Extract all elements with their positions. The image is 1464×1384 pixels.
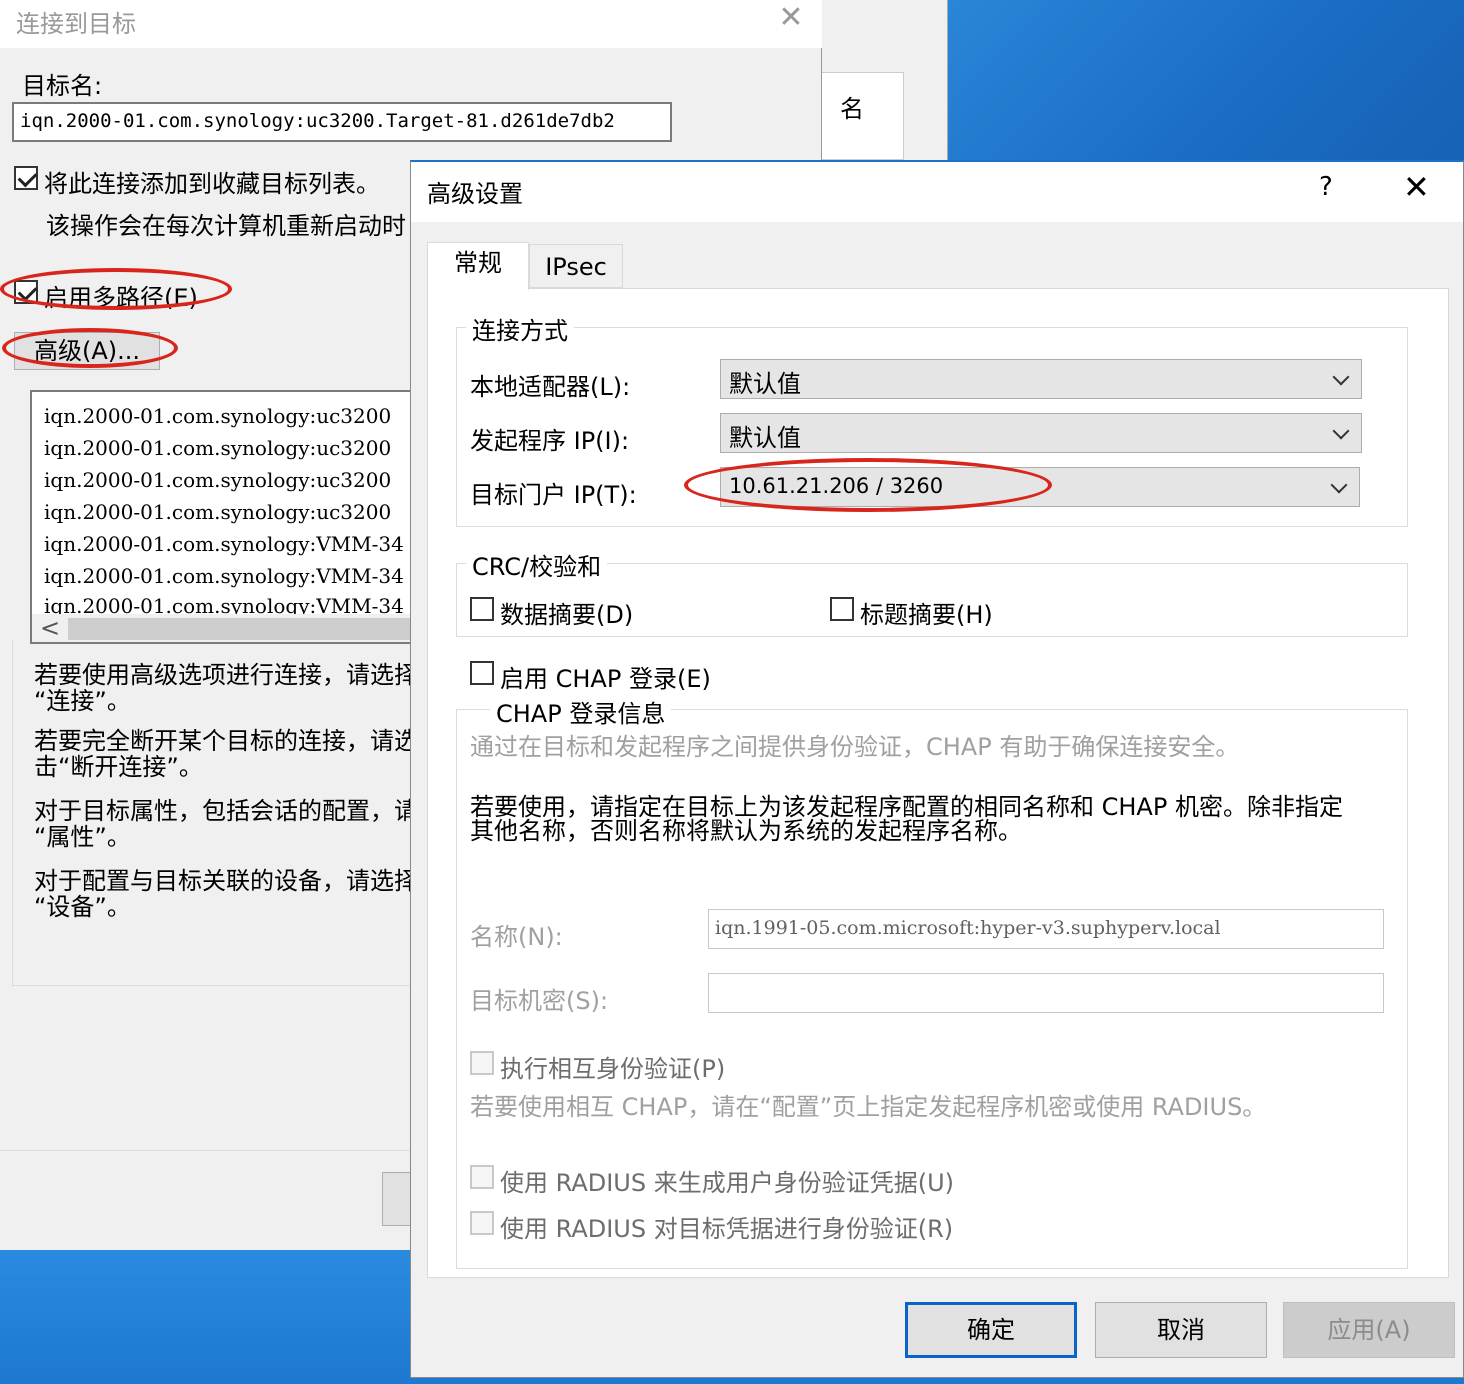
data-digest-checkbox[interactable] <box>470 597 494 621</box>
chap-group-legend: CHAP 登录信息 <box>490 694 672 729</box>
ok-button[interactable]: 确定 <box>905 1302 1077 1358</box>
chap-name-input[interactable]: iqn.1991-05.com.microsoft:hyper-v3.suphy… <box>708 909 1384 949</box>
target-list: iqn.2000-01.com.synology:uc3200 iqn.2000… <box>30 390 422 644</box>
help-text-disconnect: 若要完全断开某个目标的连接，请选 击“断开连接”。 <box>34 727 418 781</box>
local-adapter-select[interactable]: 默认值 <box>720 359 1362 399</box>
enable-multipath-label: 启用多路径(E) <box>44 284 198 312</box>
enable-multipath-checkbox[interactable] <box>14 280 38 304</box>
radius-authenticate-label: 使用 RADIUS 对目标凭据进行身份验证(R) <box>500 1215 954 1243</box>
enable-chap-checkbox[interactable] <box>470 661 494 685</box>
chevron-down-icon <box>1332 368 1350 386</box>
list-item[interactable]: iqn.2000-01.com.synology:uc3200 <box>44 404 391 428</box>
target-name-label: 目标名: <box>22 72 103 100</box>
background-window: 名 <box>820 0 948 160</box>
list-item[interactable]: iqn.2000-01.com.synology:VMM-34 <box>44 564 404 588</box>
radius-authenticate-checkbox[interactable] <box>470 1211 494 1235</box>
chap-usage-text: 若要使用，请指定在目标上为该发起程序配置的相同名称和 CHAP 机密。除非指定 … <box>470 793 1343 845</box>
tab-ipsec[interactable]: IPsec <box>529 244 623 288</box>
chevron-down-icon <box>1330 476 1348 494</box>
chap-name-label: 名称(N): <box>470 923 563 951</box>
target-secret-label: 目标机密(S): <box>470 987 609 1015</box>
header-digest-checkbox[interactable] <box>830 597 854 621</box>
close-icon[interactable]: ✕ <box>1403 168 1430 206</box>
target-portal-ip-select[interactable]: 10.61.21.206 / 3260 <box>720 467 1360 507</box>
target-portal-ip-label: 目标门户 IP(T): <box>470 481 637 509</box>
add-favorites-checkbox[interactable] <box>14 166 38 190</box>
tab-general[interactable]: 常规 <box>427 242 529 290</box>
mutual-auth-description: 若要使用相互 CHAP，请在“配置”页上指定发起程序机密或使用 RADIUS。 <box>470 1093 1267 1121</box>
advanced-settings-dialog: 高级设置 ? ✕ 常规 IPsec 连接方式 本地适配器(L): 默认值 发起程… <box>410 160 1464 1378</box>
column-header[interactable]: 名 <box>822 72 904 160</box>
add-favorites-label: 将此连接添加到收藏目标列表。 <box>44 170 380 198</box>
advanced-button[interactable]: 高级(A)... <box>14 332 160 370</box>
crc-group-legend: CRC/校验和 <box>466 547 608 582</box>
help-text-devices: 对于配置与目标关联的设备，请选择 “设备”。 <box>34 867 418 921</box>
help-text-connect: 若要使用高级选项进行连接，请选择 “连接”。 <box>34 661 418 715</box>
radius-generate-label: 使用 RADIUS 来生成用户身份验证凭据(U) <box>500 1169 955 1197</box>
radius-generate-checkbox[interactable] <box>470 1165 494 1189</box>
cancel-button[interactable]: 取消 <box>1095 1302 1267 1358</box>
add-favorites-description: 该操作会在每次计算机重新启动时 <box>46 212 406 240</box>
help-icon[interactable]: ? <box>1319 172 1333 202</box>
help-text-properties: 对于目标属性，包括会话的配置，请 “属性”。 <box>34 797 418 851</box>
title-bar: 连接到目标 ✕ <box>0 0 822 48</box>
initiator-ip-select[interactable]: 默认值 <box>720 413 1362 453</box>
scrollbar-thumb[interactable] <box>68 618 420 640</box>
title-bar: 高级设置 ? ✕ <box>411 162 1463 222</box>
local-adapter-label: 本地适配器(L): <box>470 373 631 401</box>
initiator-ip-label: 发起程序 IP(I): <box>470 427 630 455</box>
dialog-title: 高级设置 <box>427 180 523 208</box>
apply-button[interactable]: 应用(A) <box>1283 1302 1455 1358</box>
list-item[interactable]: iqn.2000-01.com.synology:uc3200 <box>44 436 391 460</box>
mutual-auth-checkbox[interactable] <box>470 1051 494 1075</box>
chevron-down-icon <box>1332 422 1350 440</box>
divider <box>0 1150 420 1151</box>
mutual-auth-label: 执行相互身份验证(P) <box>500 1055 726 1083</box>
header-digest-label: 标题摘要(H) <box>860 601 993 629</box>
list-item[interactable]: iqn.2000-01.com.synology:VMM-34 <box>44 532 404 556</box>
connect-group-legend: 连接方式 <box>466 311 574 346</box>
scroll-left-icon[interactable]: < <box>40 614 60 642</box>
target-secret-input[interactable] <box>708 973 1384 1013</box>
target-name-input[interactable]: iqn.2000-01.com.synology:uc3200.Target-8… <box>12 102 672 142</box>
list-item[interactable]: iqn.2000-01.com.synology:uc3200 <box>44 500 391 524</box>
close-icon[interactable]: ✕ <box>776 0 806 36</box>
dialog-title: 连接到目标 <box>16 10 136 38</box>
chap-description: 通过在目标和发起程序之间提供身份验证，CHAP 有助于确保连接安全。 <box>470 733 1240 761</box>
general-panel: 连接方式 本地适配器(L): 默认值 发起程序 IP(I): 默认值 目标门户 … <box>427 288 1449 1278</box>
desktop-background <box>945 0 1464 160</box>
enable-chap-label: 启用 CHAP 登录(E) <box>500 665 711 693</box>
data-digest-label: 数据摘要(D) <box>500 601 634 629</box>
list-item[interactable]: iqn.2000-01.com.synology:uc3200 <box>44 468 391 492</box>
